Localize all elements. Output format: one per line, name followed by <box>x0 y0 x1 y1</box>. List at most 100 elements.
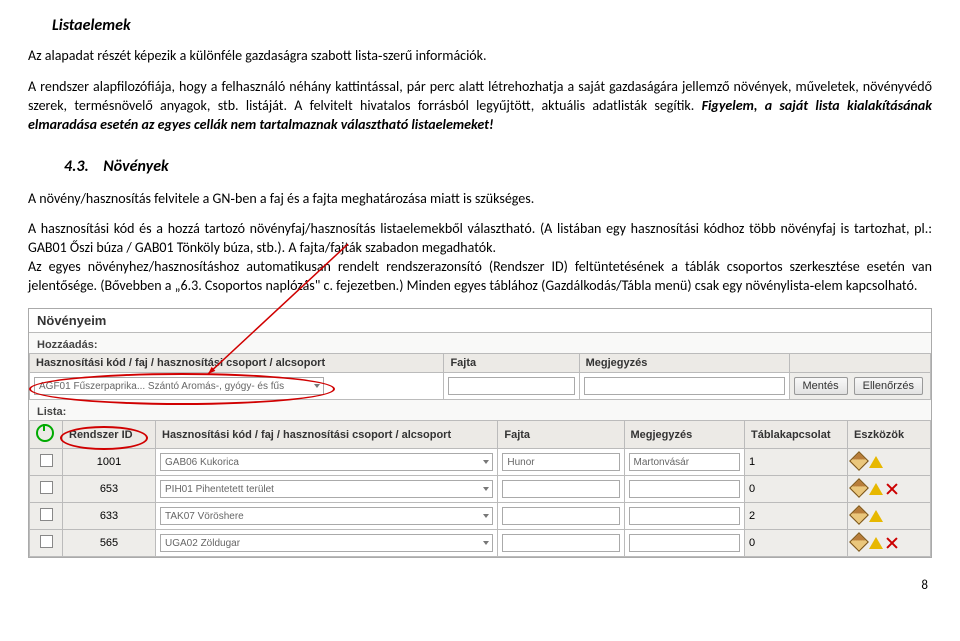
cell-fajta <box>498 530 624 557</box>
warn-icon[interactable] <box>869 537 883 549</box>
cell-check <box>30 530 63 557</box>
cell-kod: UGA02 Zöldugar <box>156 530 498 557</box>
cell-tools <box>848 449 931 476</box>
edit-icon[interactable] <box>849 532 869 552</box>
power-icon[interactable] <box>36 424 54 442</box>
th-power <box>30 421 63 449</box>
cell-rid: 653 <box>63 476 156 503</box>
cell-tools <box>848 476 931 503</box>
cell-buttons: Mentés Ellenőrzés <box>789 373 931 400</box>
label-lista: Lista: <box>29 400 931 420</box>
fajta-field[interactable] <box>502 480 619 498</box>
cell-megj: Martonvásár <box>624 449 745 476</box>
fajta-field[interactable] <box>502 534 619 552</box>
value: UGA02 Zöldugar <box>165 538 240 549</box>
cell-megj <box>624 530 745 557</box>
th-megj2: Megjegyzés <box>624 421 745 449</box>
heading-listaelemek: Listaelemek <box>52 16 932 35</box>
row-checkbox[interactable] <box>40 454 53 467</box>
cell-fajta <box>498 476 624 503</box>
cell-kod-input: AGF01 Fűszerpaprika... Szántó Aromás-, g… <box>30 373 444 400</box>
th-kod: Hasznosítási kód / faj / hasznosítási cs… <box>30 354 444 373</box>
cell-tools <box>848 530 931 557</box>
row-checkbox[interactable] <box>40 481 53 494</box>
cell-kod: PIH01 Pihentetett terület <box>156 476 498 503</box>
cell-check <box>30 449 63 476</box>
megj-input[interactable] <box>584 377 785 395</box>
megj-field[interactable]: Martonvásár <box>629 453 741 471</box>
th-fajta2: Fajta <box>498 421 624 449</box>
add-table: Hasznosítási kód / faj / hasznosítási cs… <box>29 353 931 400</box>
label-hozzaadas: Hozzáadás: <box>29 333 931 353</box>
dropdown-value: AGF01 Fűszerpaprika... Szántó Aromás-, g… <box>39 381 284 392</box>
kod-field[interactable]: PIH01 Pihentetett terület <box>160 480 493 498</box>
fajta-field[interactable]: Hunor <box>502 453 619 471</box>
check-button[interactable]: Ellenőrzés <box>854 377 923 395</box>
th-actions <box>789 354 931 373</box>
save-button[interactable]: Mentés <box>794 377 848 395</box>
kod-field[interactable]: TAK07 Vöröshere <box>160 507 493 525</box>
cell-rid: 633 <box>63 503 156 530</box>
edit-icon[interactable] <box>849 505 869 525</box>
text: A hasznosítási kód és a hozzá tartozó nö… <box>28 220 932 256</box>
row-checkbox[interactable] <box>40 508 53 521</box>
cell-rid: 1001 <box>63 449 156 476</box>
table-row: Hasznosítási kód / faj / hasznosítási cs… <box>30 354 931 373</box>
paragraph-philosophy: A rendszer alapfilozófiája, hogy a felha… <box>28 78 932 135</box>
heading-section-4-3: 4.3. Növények <box>64 157 932 176</box>
cell-tools <box>848 503 931 530</box>
cell-rid: 565 <box>63 530 156 557</box>
th-kod2: Hasznosítási kód / faj / hasznosítási cs… <box>156 421 498 449</box>
delete-icon[interactable] <box>886 483 898 495</box>
value: Martonvásár <box>634 457 690 468</box>
th-rid: Rendszer ID <box>63 421 156 449</box>
paragraph-plants-2: A hasznosítási kód és a hozzá tartozó nö… <box>28 220 932 296</box>
cell-fajta <box>498 503 624 530</box>
edit-icon[interactable] <box>849 451 869 471</box>
plants-panel: Növényeim Hozzáadás: Hasznosítási kód / … <box>28 308 932 558</box>
th-megj: Megjegyzés <box>579 354 789 373</box>
kod-dropdown[interactable]: AGF01 Fűszerpaprika... Szántó Aromás-, g… <box>34 377 324 395</box>
text: A növény/hasznosítás felvitele a GN‐ben … <box>28 190 534 207</box>
text: Az alapadat részét képezik a különféle g… <box>28 47 487 64</box>
paragraph-intro: Az alapadat részét képezik a különféle g… <box>28 47 932 66</box>
cell-tabla: 0 <box>745 530 848 557</box>
cell-megj <box>624 503 745 530</box>
table-row: 653 PIH01 Pihentetett terület 0 <box>30 476 931 503</box>
cell-check <box>30 503 63 530</box>
table-row: 633 TAK07 Vöröshere 2 <box>30 503 931 530</box>
table-row: 1001 GAB06 Kukorica Hunor Martonvásár 1 <box>30 449 931 476</box>
megj-field[interactable] <box>629 507 741 525</box>
cell-megj <box>624 476 745 503</box>
warn-icon[interactable] <box>869 483 883 495</box>
section-name: Növények <box>103 157 169 176</box>
delete-icon[interactable] <box>886 537 898 549</box>
cell-kod: GAB06 Kukorica <box>156 449 498 476</box>
cell-tabla: 2 <box>745 503 848 530</box>
cell-fajta-input <box>444 373 579 400</box>
row-checkbox[interactable] <box>40 535 53 548</box>
cell-fajta: Hunor <box>498 449 624 476</box>
kod-field[interactable]: GAB06 Kukorica <box>160 453 493 471</box>
edit-icon[interactable] <box>849 478 869 498</box>
warn-icon[interactable] <box>869 456 883 468</box>
th-rid-text: Rendszer ID <box>69 429 133 441</box>
cell-tabla: 1 <box>745 449 848 476</box>
megj-field[interactable] <box>629 480 741 498</box>
cell-megj-input <box>579 373 789 400</box>
th-fajta: Fajta <box>444 354 579 373</box>
th-tools: Eszközök <box>848 421 931 449</box>
cell-check <box>30 476 63 503</box>
warn-icon[interactable] <box>869 510 883 522</box>
fajta-input[interactable] <box>448 377 574 395</box>
kod-field[interactable]: UGA02 Zöldugar <box>160 534 493 552</box>
value: Hunor <box>507 457 534 468</box>
table-row: 565 UGA02 Zöldugar 0 <box>30 530 931 557</box>
panel-title: Növényeim <box>29 309 931 333</box>
value: GAB06 Kukorica <box>165 457 239 468</box>
list-table: Rendszer ID Hasznosítási kód / faj / has… <box>29 420 931 557</box>
table-row: AGF01 Fűszerpaprika... Szántó Aromás-, g… <box>30 373 931 400</box>
fajta-field[interactable] <box>502 507 619 525</box>
megj-field[interactable] <box>629 534 741 552</box>
value: TAK07 Vöröshere <box>165 511 244 522</box>
